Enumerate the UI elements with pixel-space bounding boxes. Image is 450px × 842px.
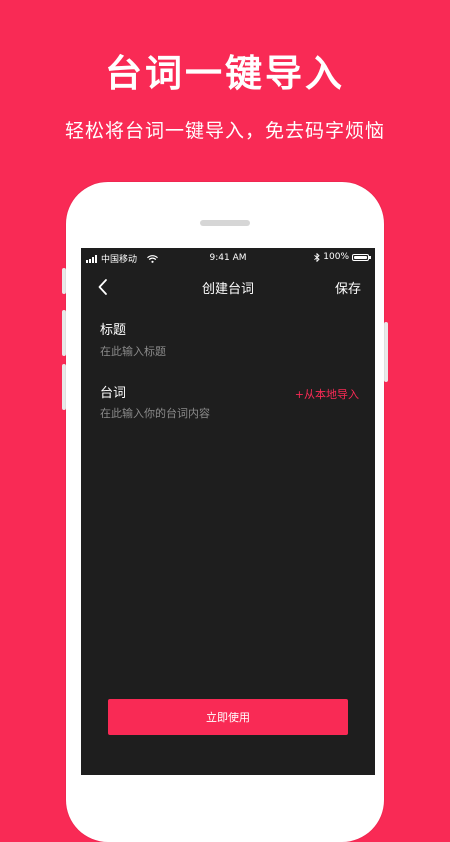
bluetooth-icon — [314, 252, 320, 262]
promo-subline: 轻松将台词一键导入，免去码字烦恼 — [64, 120, 385, 142]
battery-percent: 100% — [323, 252, 349, 262]
phone-speaker — [200, 220, 250, 226]
promo-headline: 台词一键导入 — [105, 52, 345, 95]
status-bar: 中国移动 9:41 AM 100% — [81, 248, 375, 268]
lines-input[interactable]: 在此输入你的台词内容 — [100, 405, 350, 421]
import-local-link[interactable]: +从本地导入 — [295, 386, 359, 402]
nav-bar: 创建台词 保存 — [81, 272, 375, 302]
title-input[interactable]: 在此输入标题 — [100, 343, 350, 359]
phone-power-button — [384, 322, 388, 382]
save-button[interactable]: 保存 — [335, 278, 361, 297]
phone-frame: 中国移动 9:41 AM 100% 创建台词 保存 标题 在此输入标题 台词 +… — [66, 182, 384, 842]
battery-icon — [352, 253, 371, 261]
title-label: 标题 — [100, 323, 127, 338]
lines-label: 台词 — [100, 386, 127, 401]
app-screen: 中国移动 9:41 AM 100% 创建台词 保存 标题 在此输入标题 台词 +… — [81, 248, 375, 775]
page-title: 创建台词 — [201, 282, 254, 297]
use-now-button[interactable]: 立即使用 — [108, 699, 348, 735]
